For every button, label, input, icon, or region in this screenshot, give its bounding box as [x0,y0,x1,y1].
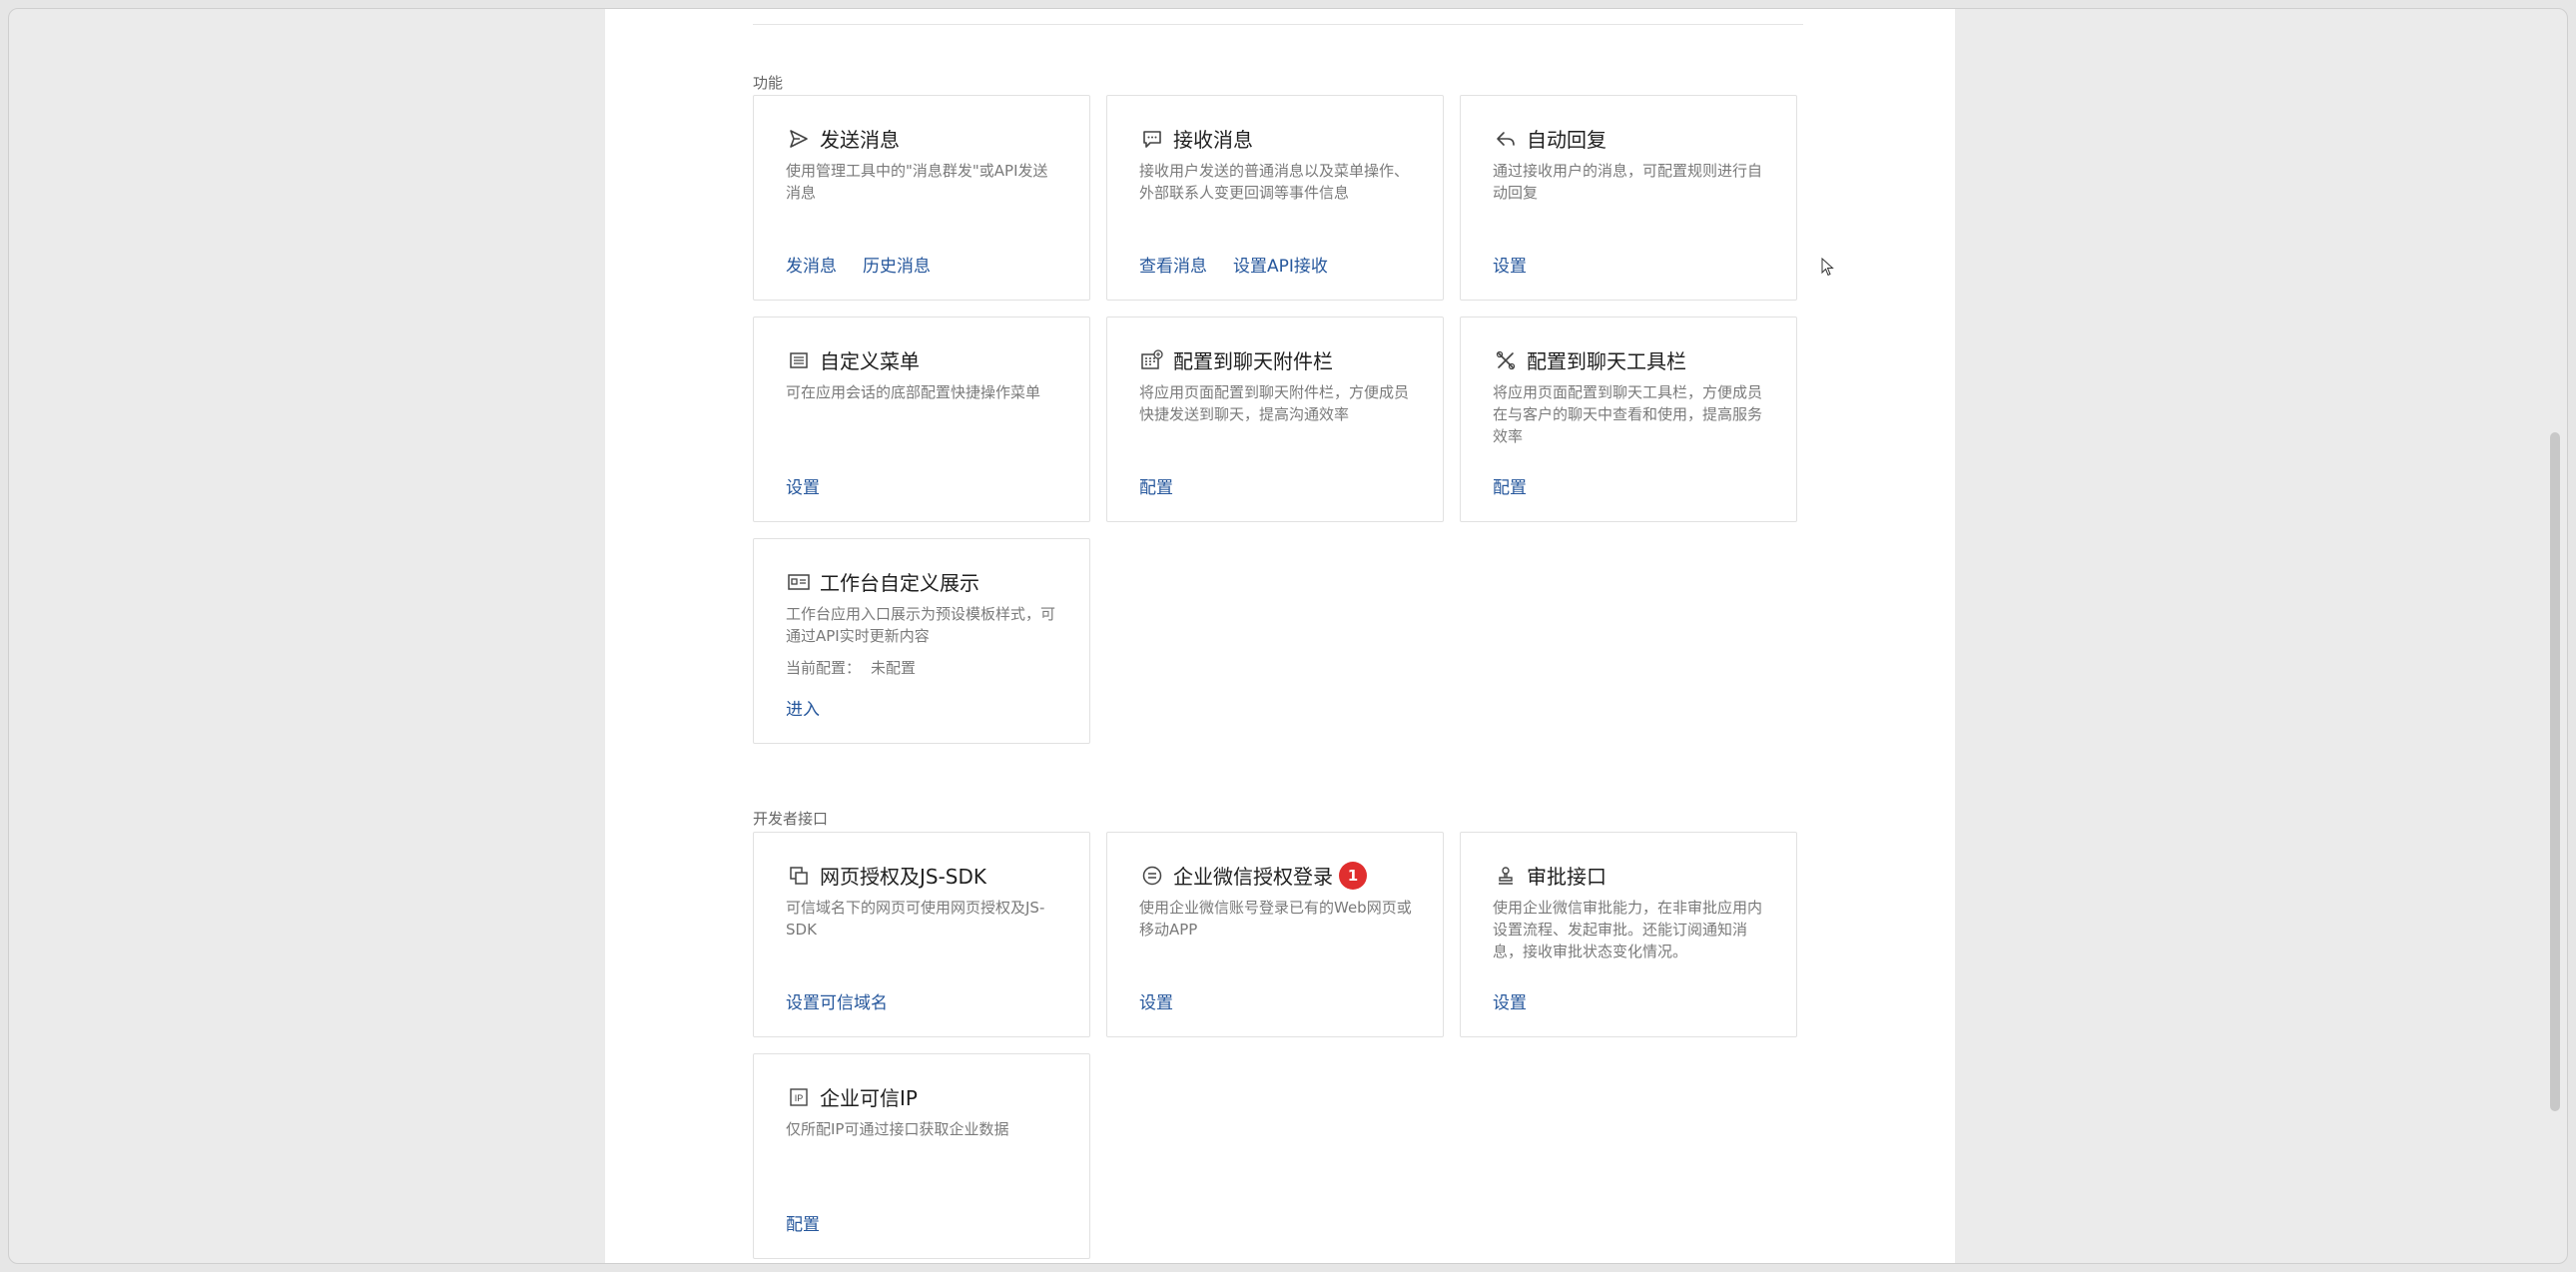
card-description: 通过接收用户的消息，可配置规则进行自动回复 [1493,162,1763,202]
card-description: 可信域名下的网页可使用网页授权及JS-SDK [786,899,1045,939]
card-title: 企业可信IP [820,1086,918,1110]
card-description: 接收用户发送的普通消息以及菜单操作、外部联系人变更回调等事件信息 [1139,162,1410,202]
chat-bubble-icon [1139,126,1165,152]
approval-api-settings-link[interactable]: 设置 [1493,988,1527,1013]
view-messages-link[interactable]: 查看消息 [1139,252,1207,277]
notification-badge: 1 [1339,861,1367,890]
card-approval-api: 审批接口 使用企业微信审批能力，在非审批应用内设置流程、发起审批。还能订阅通知消… [1460,832,1797,1037]
card-title: 企业微信授权登录 [1173,865,1333,889]
card-receive-message: 接收消息 接收用户发送的普通消息以及菜单操作、外部联系人变更回调等事件信息 查看… [1106,95,1444,301]
card-description: 仅所配IP可通过接口获取企业数据 [786,1120,1009,1138]
card-custom-menu: 自定义菜单 可在应用会话的底部配置快捷操作菜单 设置 [753,317,1090,522]
custom-menu-settings-link[interactable]: 设置 [786,473,820,498]
attachment-grid-icon [1139,347,1165,373]
app-content-page: 功能 发送消息 使用管理工具中的"消息群发"或API发送消息 发消息 历史消息 … [605,9,1955,1263]
svg-text:IP: IP [795,1093,804,1103]
copy-pages-icon [786,863,812,889]
ip-icon: IP [786,1084,812,1110]
send-message-link[interactable]: 发消息 [786,252,837,277]
card-description: 工作台应用入口展示为预设模板样式，可通过API实时更新内容 [786,605,1056,645]
card-chat-attachment: 配置到聊天附件栏 将应用页面配置到聊天附件栏，方便成员快捷发送到聊天，提高沟通效… [1106,317,1444,522]
mouse-cursor-icon [1821,257,1835,282]
menu-icon [786,347,812,373]
set-api-receive-link[interactable]: 设置API接收 [1233,252,1328,277]
card-title: 工作台自定义展示 [820,571,979,595]
card-title: 自动回复 [1527,128,1607,152]
toolbar-tools-icon [1493,347,1519,373]
card-title: 自定义菜单 [820,349,920,373]
card-web-auth: 网页授权及JS-SDK 可信域名下的网页可使用网页授权及JS-SDK 设置可信域… [753,832,1090,1037]
current-config-value: 未配置 [871,659,917,677]
card-description: 使用管理工具中的"消息群发"或API发送消息 [786,162,1048,202]
reply-icon [1493,126,1519,152]
vertical-scrollbar[interactable] [2547,15,2563,1257]
card-description: 可在应用会话的底部配置快捷操作菜单 [786,383,1041,401]
set-trusted-domain-link[interactable]: 设置可信域名 [786,988,888,1013]
card-title: 配置到聊天工具栏 [1527,349,1686,373]
card-title: 发送消息 [820,128,900,152]
chat-attachment-configure-link[interactable]: 配置 [1139,473,1173,498]
trusted-ip-configure-link[interactable]: 配置 [786,1210,820,1235]
card-title: 接收消息 [1173,128,1253,152]
history-message-link[interactable]: 历史消息 [863,252,931,277]
workbench-enter-link[interactable]: 进入 [786,695,820,720]
card-description: 使用企业微信审批能力，在非审批应用内设置流程、发起审批。还能订阅通知消息，接收审… [1493,899,1763,960]
scrollbar-thumb[interactable] [2550,432,2560,1111]
section-title-developer: 开发者接口 [753,810,829,828]
chat-toolbar-configure-link[interactable]: 配置 [1493,473,1527,498]
card-trusted-ip: IP 企业可信IP 仅所配IP可通过接口获取企业数据 配置 [753,1053,1090,1259]
current-config-label: 当前配置： [786,659,862,677]
card-workbench-display: 工作台自定义展示 工作台应用入口展示为预设模板样式，可通过API实时更新内容 当… [753,538,1090,744]
login-circle-icon [1139,863,1165,889]
section-title-features: 功能 [753,74,784,92]
current-config: 当前配置： 未配置 [786,657,916,678]
card-description: 使用企业微信账号登录已有的Web网页或移动APP [1139,899,1412,939]
card-description: 将应用页面配置到聊天工具栏，方便成员在与客户的聊天中查看和使用，提高服务效率 [1493,383,1763,445]
id-card-icon [786,569,812,595]
send-icon [786,126,812,152]
card-description: 将应用页面配置到聊天附件栏，方便成员快捷发送到聊天，提高沟通效率 [1139,383,1410,423]
card-title: 审批接口 [1527,865,1607,889]
wecom-login-settings-link[interactable]: 设置 [1139,988,1173,1013]
auto-reply-settings-link[interactable]: 设置 [1493,252,1527,277]
stamp-icon [1493,863,1519,889]
card-wecom-login: 企业微信授权登录 1 使用企业微信账号登录已有的Web网页或移动APP 设置 [1106,832,1444,1037]
browser-window: 功能 发送消息 使用管理工具中的"消息群发"或API发送消息 发消息 历史消息 … [8,8,2568,1264]
card-auto-reply: 自动回复 通过接收用户的消息，可配置规则进行自动回复 设置 [1460,95,1797,301]
card-title: 配置到聊天附件栏 [1173,349,1333,373]
card-title: 网页授权及JS-SDK [820,865,987,889]
card-send-message: 发送消息 使用管理工具中的"消息群发"或API发送消息 发消息 历史消息 [753,95,1090,301]
card-chat-toolbar: 配置到聊天工具栏 将应用页面配置到聊天工具栏，方便成员在与客户的聊天中查看和使用… [1460,317,1797,522]
divider [753,24,1803,25]
